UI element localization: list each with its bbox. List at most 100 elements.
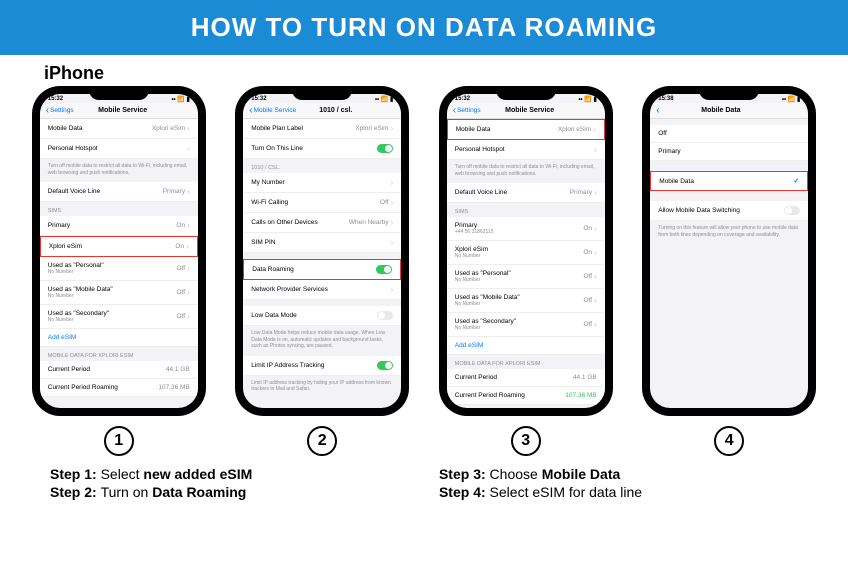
screen-2: 15:32•• 📶 ▮ Mobile Service 1010 / csl. M…	[243, 94, 401, 408]
checkmark-icon: ✓	[793, 177, 799, 185]
sims-head: SIMS	[447, 203, 605, 217]
row-nps[interactable]: Network Provider Services	[243, 280, 401, 300]
phone-4: 15:38 •• 📶 ▮ Mobile Data Off Primary Mobi…	[642, 86, 816, 416]
phones-row: 15:32 •• 📶 ▮ Settings Mobile Service Mobi…	[0, 86, 848, 416]
chevron-right-icon	[187, 312, 190, 321]
chevron-right-icon	[391, 124, 394, 133]
nav-title: Mobile Data	[650, 107, 802, 114]
step-4-caption: Step 4: Select eSIM for data line	[439, 484, 798, 500]
status-time: 15:32	[48, 96, 63, 103]
row-hotspot[interactable]: Personal Hotspot	[40, 139, 198, 159]
row-sim-pin[interactable]: SIM PIN	[243, 233, 401, 253]
navbar: Mobile Service 1010 / csl.	[243, 103, 401, 119]
header-title: HOW TO TURN ON DATA ROAMING	[191, 12, 658, 42]
row-used-mobile[interactable]: Used as "Mobile Data"No NumberOff	[447, 289, 605, 313]
status-bar: 15:32 •• 📶 ▮	[40, 94, 198, 103]
row-limit-ip[interactable]: Limit IP Address Tracking	[243, 356, 401, 376]
screen-3: 15:32 •• 📶 ▮ Settings Mobile Service Mobi…	[447, 94, 605, 408]
phone-3: 15:32 •• 📶 ▮ Settings Mobile Service Mobi…	[439, 86, 613, 416]
chevron-right-icon	[391, 285, 394, 294]
status-bar: 15:32•• 📶 ▮	[243, 94, 401, 103]
row-used-personal[interactable]: Used as "Personal"No NumberOff	[40, 257, 198, 281]
badge-4: 4	[642, 426, 816, 456]
chevron-right-icon	[187, 124, 190, 133]
chevron-right-icon	[187, 264, 190, 273]
row-voice[interactable]: Default Voice LinePrimary	[40, 182, 198, 202]
row-used-secondary[interactable]: Used as "Secondary"No NumberOff	[40, 305, 198, 329]
toggle-on-icon[interactable]	[377, 361, 393, 370]
sims-head: SIMS	[40, 202, 198, 216]
step-2-caption: Step 2: Turn on Data Roaming	[50, 484, 409, 500]
row-calls-other[interactable]: Calls on Other DevicesWhen Nearby	[243, 213, 401, 233]
nav-title: 1010 / csl.	[276, 107, 395, 114]
status-icons: •• 📶 ▮	[375, 96, 393, 103]
badge-3: 3	[439, 426, 613, 456]
chevron-right-icon	[594, 272, 597, 281]
low-data-note: Low Data Mode helps reduce mobile data u…	[243, 326, 401, 356]
usage-head: MOBILE DATA FOR XPLORI ESIM	[447, 355, 605, 369]
row-primary[interactable]: PrimaryOn	[40, 216, 198, 236]
row-current-period: Current Period44.1 GB	[447, 369, 605, 387]
row-allow-switch[interactable]: Allow Mobile Data Switching	[650, 201, 808, 221]
badge-2: 2	[235, 426, 409, 456]
row-add-esim[interactable]: Add eSIM	[447, 337, 605, 355]
screen-1: 15:32 •• 📶 ▮ Settings Mobile Service Mobi…	[40, 94, 198, 408]
row-used-secondary[interactable]: Used as "Secondary"No NumberOff	[447, 313, 605, 337]
row-primary[interactable]: Primary	[650, 143, 808, 161]
status-bar: 15:38 •• 📶 ▮	[650, 94, 808, 103]
toggle-on-icon[interactable]	[377, 144, 393, 153]
device-brand: iPhone	[44, 63, 104, 84]
row-esim[interactable]: Xplori eSimNo NumberOn	[447, 241, 605, 265]
row-mobile-data-highlighted[interactable]: Mobile DataXplori eSim	[447, 119, 605, 140]
list-body: Mobile Plan LabelXplori eSim Turn On Thi…	[243, 119, 401, 408]
row-used-personal[interactable]: Used as "Personal"No NumberOff	[447, 265, 605, 289]
toggle-off-icon[interactable]	[784, 206, 800, 215]
screen-4: 15:38 •• 📶 ▮ Mobile Data Off Primary Mobi…	[650, 94, 808, 408]
note: Turn off mobile data to restrict all dat…	[447, 160, 605, 183]
usage-head: MOBILE DATA FOR XPLORI ESIM	[40, 347, 198, 361]
row-used-mobile[interactable]: Used as "Mobile Data"No NumberOff	[40, 281, 198, 305]
phone-2: 15:32•• 📶 ▮ Mobile Service 1010 / csl. M…	[235, 86, 409, 416]
row-turn-on[interactable]: Turn On This Line	[243, 139, 401, 159]
row-hotspot[interactable]: Personal Hotspot	[447, 140, 605, 160]
navbar: Mobile Data	[650, 103, 808, 119]
status-time: 15:38	[658, 96, 673, 103]
row-mobile-data-highlighted[interactable]: Mobile Data✓	[650, 171, 808, 191]
row-voice[interactable]: Default Voice LinePrimary	[447, 183, 605, 203]
row-data-roaming-highlighted[interactable]: Data Roaming	[243, 259, 401, 280]
row-wifi-calling[interactable]: Wi-Fi CallingOff	[243, 193, 401, 213]
chevron-right-icon	[187, 288, 190, 297]
chevron-right-icon	[391, 178, 394, 187]
chevron-right-icon	[391, 198, 394, 207]
row-esim-highlighted[interactable]: Xplori eSimOn	[40, 236, 198, 257]
limit-ip-note: Limit IP address tracking by hiding your…	[243, 376, 401, 399]
chevron-right-icon	[594, 145, 597, 154]
toggle-on-icon[interactable]	[376, 265, 392, 274]
chevron-right-icon	[187, 187, 190, 196]
step-1-caption: Step 1: Select new added eSIM	[50, 466, 409, 482]
note: Turn off mobile data to restrict all dat…	[40, 159, 198, 182]
row-my-number[interactable]: My Number	[243, 173, 401, 193]
row-off[interactable]: Off	[650, 125, 808, 143]
status-icons: •• 📶 ▮	[578, 96, 596, 103]
toggle-off-icon[interactable]	[377, 311, 393, 320]
status-icons: •• 📶 ▮	[782, 96, 800, 103]
chevron-right-icon	[187, 144, 190, 153]
chevron-right-icon	[594, 320, 597, 329]
row-primary[interactable]: Primary+44 56 31862115On	[447, 217, 605, 241]
row-mobile-data[interactable]: Mobile DataXplori eSim	[40, 119, 198, 139]
row-low-data[interactable]: Low Data Mode	[243, 306, 401, 326]
chevron-right-icon	[594, 248, 597, 257]
row-plan-label[interactable]: Mobile Plan LabelXplori eSim	[243, 119, 401, 139]
chevron-right-icon	[391, 218, 394, 227]
list-body: Mobile DataXplori eSim Personal Hotspot …	[447, 119, 605, 408]
nav-title: Mobile Service	[461, 107, 599, 114]
captions-left: Step 1: Select new added eSIM Step 2: Tu…	[50, 466, 409, 502]
row-add-esim[interactable]: Add eSIM	[40, 329, 198, 347]
chevron-right-icon	[186, 242, 189, 251]
navbar: Settings Mobile Service	[447, 103, 605, 119]
navbar: Settings Mobile Service	[40, 103, 198, 119]
page-header: HOW TO TURN ON DATA ROAMING	[0, 0, 848, 55]
status-icons: •• 📶 ▮	[171, 96, 189, 103]
status-time: 15:32	[455, 96, 470, 103]
